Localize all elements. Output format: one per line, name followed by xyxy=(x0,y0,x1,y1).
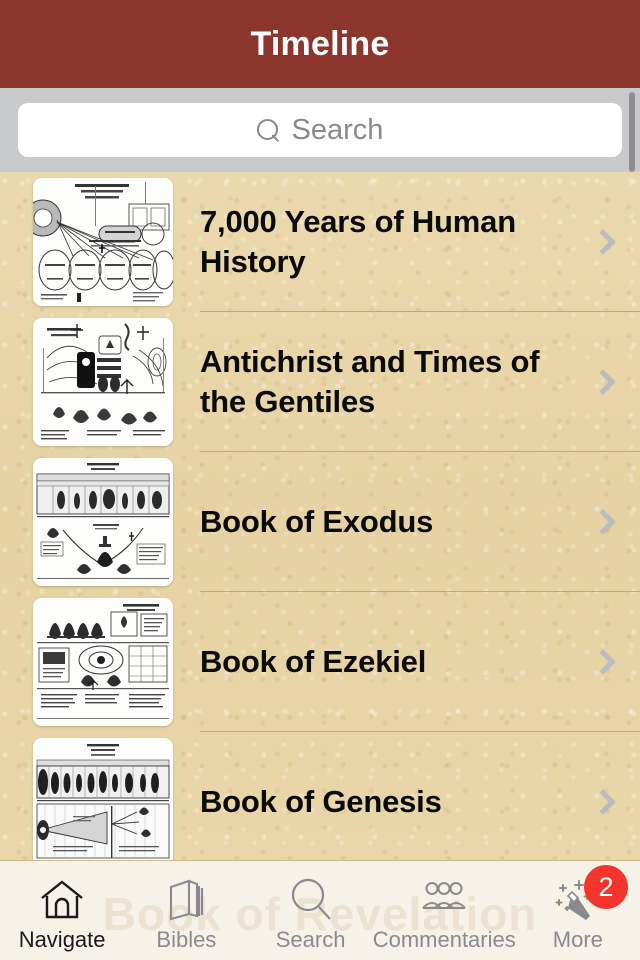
chevron-right-icon xyxy=(590,369,616,395)
list-item[interactable]: Book of Ezekiel xyxy=(0,592,640,732)
book-icon xyxy=(158,876,214,924)
tab-bar: Book of Revelation Navigate Bibles Searc… xyxy=(0,860,640,960)
chart-thumbnail xyxy=(33,318,173,446)
search-input[interactable]: Search xyxy=(18,103,622,157)
page-title: Timeline xyxy=(250,24,390,63)
list-item-label: Book of Genesis xyxy=(200,784,442,819)
list-item-label: Book of Exodus xyxy=(200,504,434,539)
tab-commentaries[interactable]: Commentaries xyxy=(373,861,516,960)
chart-thumbnail xyxy=(33,178,173,306)
tab-search-label: Search xyxy=(275,926,346,952)
more-badge: 2 xyxy=(583,865,628,909)
list-item[interactable]: 7,000 Years of Human History xyxy=(0,172,640,312)
chevron-right-icon xyxy=(590,789,616,815)
timeline-chart-list[interactable]: 7,000 Years of Human History Antichrist … xyxy=(0,172,640,860)
people-group-icon xyxy=(416,876,472,924)
list-item-label: Antichrist and Times of the Gentiles xyxy=(200,344,540,419)
search-placeholder: Search xyxy=(291,113,384,146)
search-icon xyxy=(256,118,280,142)
app-root: Timeline Search 7,000 Years of Human His… xyxy=(0,0,640,960)
list-item-label: 7,000 Years of Human History xyxy=(200,204,516,279)
chevron-right-icon xyxy=(590,509,616,535)
search-bar-container: Search xyxy=(0,88,640,172)
chart-thumbnail xyxy=(33,458,173,586)
tab-commentaries-label: Commentaries xyxy=(372,926,516,952)
tab-more-label: More xyxy=(552,926,603,952)
chevron-right-icon xyxy=(590,649,616,675)
tab-bibles-label: Bibles xyxy=(156,926,217,952)
list-item[interactable]: Book of Exodus xyxy=(0,452,640,592)
tab-navigate[interactable]: Navigate xyxy=(0,861,124,960)
tab-navigate-label: Navigate xyxy=(18,926,106,952)
tab-bibles[interactable]: Bibles xyxy=(124,861,248,960)
vertical-scrollbar[interactable] xyxy=(629,92,635,172)
chevron-right-icon xyxy=(590,229,616,255)
search-icon xyxy=(283,876,339,924)
list-item-label: Book of Ezekiel xyxy=(200,644,427,679)
chart-thumbnail xyxy=(33,598,173,726)
tab-search[interactable]: Search xyxy=(248,861,372,960)
navigation-bar: Timeline xyxy=(0,0,640,88)
home-icon xyxy=(34,876,90,924)
list-item[interactable]: Antichrist and Times of the Gentiles xyxy=(0,312,640,452)
list-item[interactable]: Book of Genesis xyxy=(0,732,640,860)
chart-thumbnail xyxy=(33,738,173,860)
tab-more[interactable]: More 2 xyxy=(516,861,640,960)
